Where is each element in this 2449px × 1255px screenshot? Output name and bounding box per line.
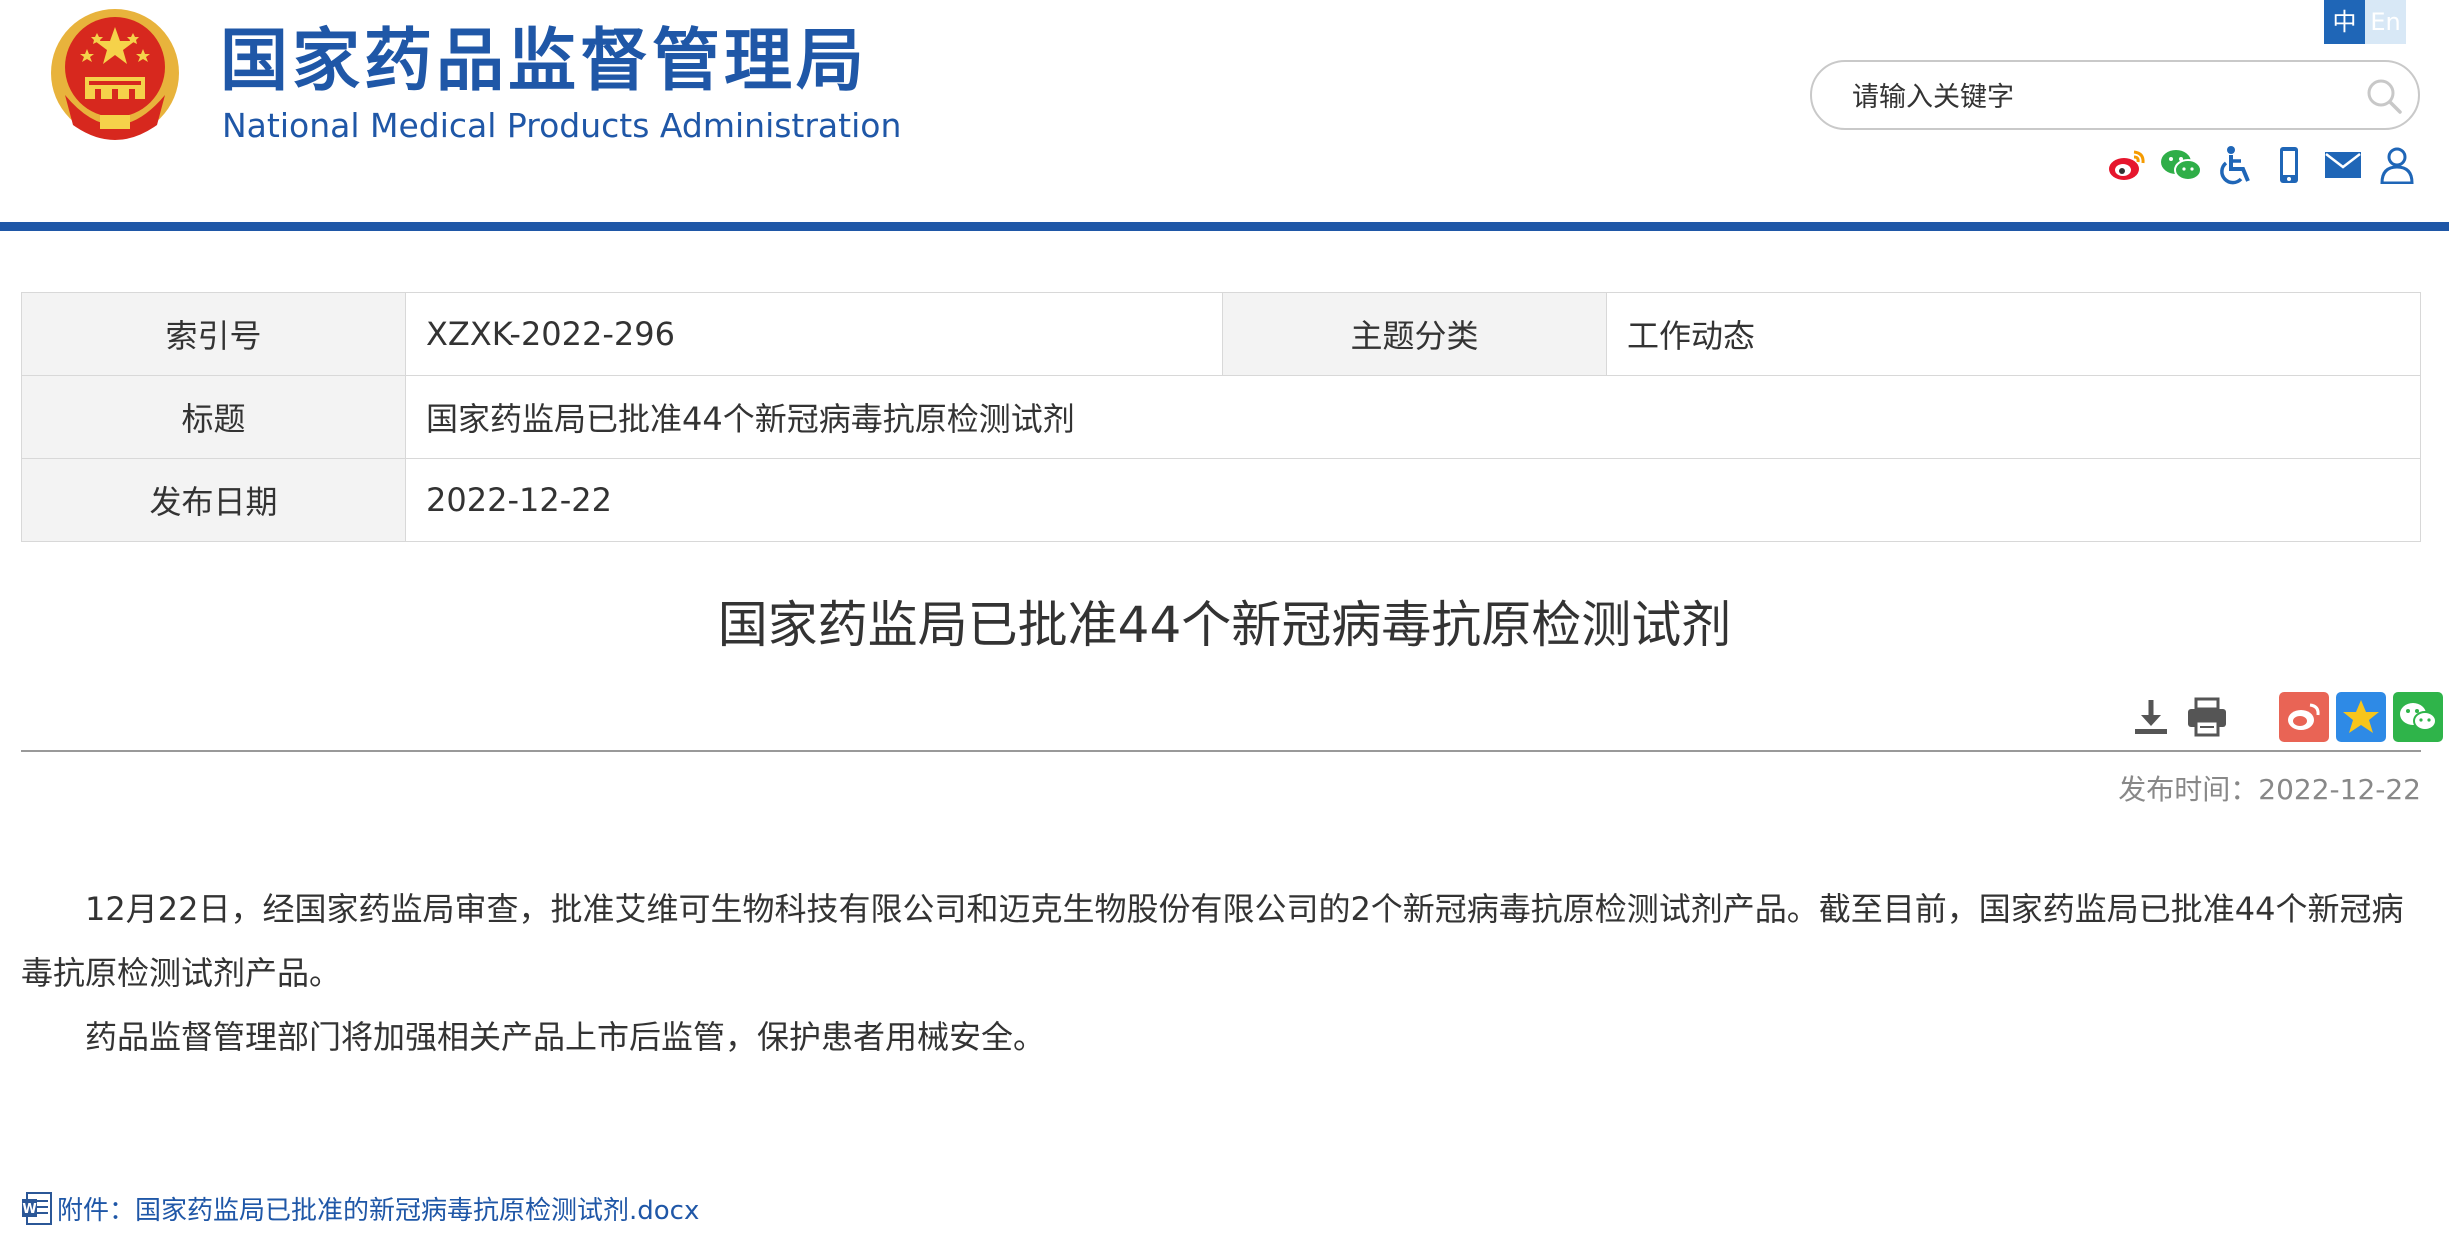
date-label: 发布日期 bbox=[21, 458, 406, 542]
share-wechat-icon[interactable] bbox=[2393, 692, 2443, 742]
share-weibo-icon[interactable] bbox=[2279, 692, 2329, 742]
header-divider-bar bbox=[0, 222, 2449, 231]
table-row: 标题 国家药监局已批准44个新冠病毒抗原检测试剂 bbox=[21, 375, 2421, 459]
download-icon[interactable] bbox=[2126, 692, 2176, 742]
site-title-cn: 国家药品监督管理局 bbox=[220, 22, 869, 101]
article-body: 12月22日，经国家药监局审查，批准艾维可生物科技有限公司和迈克生物股份有限公司… bbox=[21, 877, 2421, 1069]
topic-value: 工作动态 bbox=[1606, 292, 2421, 376]
table-row: 发布日期 2022-12-22 bbox=[21, 458, 2421, 542]
utility-icons bbox=[2105, 143, 2419, 187]
word-doc-icon: W bbox=[22, 1191, 52, 1225]
national-emblem-icon[interactable] bbox=[45, 5, 185, 145]
lang-en-button[interactable]: En bbox=[2365, 0, 2406, 44]
svg-text:W: W bbox=[22, 1202, 36, 1217]
index-label: 索引号 bbox=[21, 292, 406, 376]
search-icon[interactable] bbox=[2364, 76, 2404, 116]
attachment-label[interactable]: 附件：国家药监局已批准的新冠病毒抗原检测试剂.docx bbox=[57, 1190, 699, 1227]
mobile-icon[interactable] bbox=[2267, 143, 2311, 187]
article-tools bbox=[2120, 692, 2443, 742]
site-header: 国家药品监督管理局 National Medical Products Admi… bbox=[0, 0, 2449, 222]
share-qzone-icon[interactable] bbox=[2336, 692, 2386, 742]
site-title-en: National Medical Products Administration bbox=[222, 106, 902, 145]
accessibility-icon[interactable] bbox=[2213, 143, 2257, 187]
weibo-icon[interactable] bbox=[2105, 143, 2149, 187]
lang-zh-button[interactable]: 中 bbox=[2324, 0, 2365, 44]
document-info-table: 索引号 XZXK-2022-296 主题分类 工作动态 标题 国家药监局已批准4… bbox=[21, 292, 2421, 542]
attachment-link[interactable]: W 附件：国家药监局已批准的新冠病毒抗原检测试剂.docx bbox=[21, 1190, 699, 1227]
article-paragraph: 12月22日，经国家药监局审查，批准艾维可生物科技有限公司和迈克生物股份有限公司… bbox=[21, 890, 2404, 992]
search-box bbox=[1810, 60, 2420, 130]
index-value: XZXK-2022-296 bbox=[405, 292, 1223, 376]
title-label: 标题 bbox=[21, 375, 406, 459]
print-icon[interactable] bbox=[2182, 692, 2232, 742]
mail-icon[interactable] bbox=[2321, 143, 2365, 187]
date-value: 2022-12-22 bbox=[405, 458, 2421, 542]
table-row: 索引号 XZXK-2022-296 主题分类 工作动态 bbox=[21, 292, 2421, 376]
topic-label: 主题分类 bbox=[1222, 292, 1607, 376]
search-input[interactable] bbox=[1850, 74, 2334, 120]
language-switch: 中 En bbox=[2324, 0, 2406, 44]
title-value: 国家药监局已批准44个新冠病毒抗原检测试剂 bbox=[405, 375, 2421, 459]
publish-time: 发布时间：2022-12-22 bbox=[2118, 773, 2421, 806]
title-divider bbox=[21, 750, 2421, 752]
user-icon[interactable] bbox=[2375, 143, 2419, 187]
wechat-icon[interactable] bbox=[2159, 143, 2203, 187]
article-paragraph: 药品监督管理部门将加强相关产品上市后监管，保护患者用械安全。 bbox=[85, 1018, 1046, 1056]
article-title: 国家药监局已批准44个新冠病毒抗原检测试剂 bbox=[717, 596, 1732, 654]
